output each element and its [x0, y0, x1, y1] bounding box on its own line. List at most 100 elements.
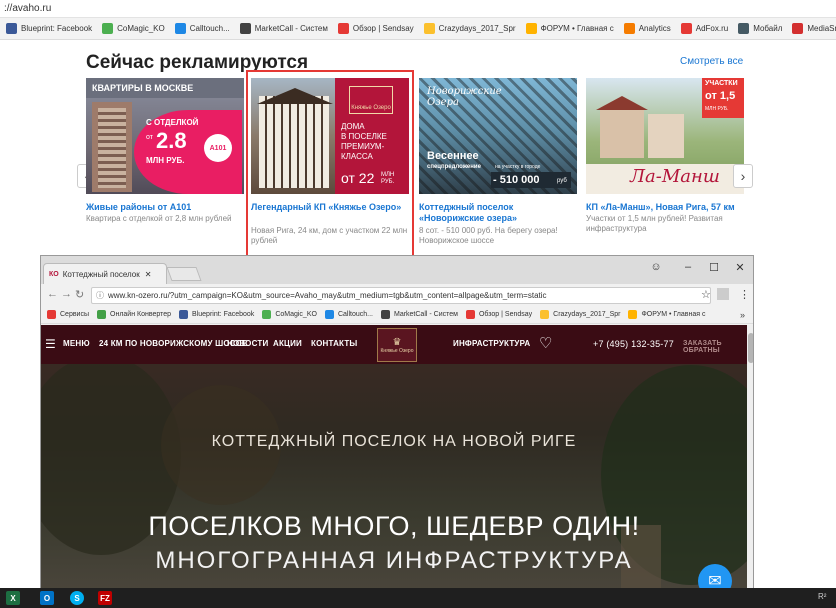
bookmark-item[interactable]: Calltouch...: [324, 310, 373, 319]
banner-text: ПРЕМИУМ-: [341, 142, 385, 151]
hero-subtitle: КОТТЕДЖНЫЙ ПОСЕЛОК НА НОВОЙ РИГЕ: [211, 433, 577, 450]
site-logo[interactable]: ♛ Княжье Озеро: [377, 328, 417, 362]
close-window-button[interactable]: ✕: [729, 259, 751, 275]
bookmark-item[interactable]: Обзор | Sendsay: [465, 310, 532, 319]
ad-banner-a101[interactable]: КВАРТИРЫ В МОСКВЕ С ОТДЕЛКОЙ от 2.8 МЛН …: [86, 78, 244, 194]
back-arrow-icon[interactable]: ←: [47, 288, 58, 300]
nav-contacts[interactable]: КОНТАКТЫ: [311, 339, 357, 348]
bookmark-label: Онлайн Конвертер: [110, 311, 172, 318]
bookmark-item[interactable]: MarketCall - Систем: [380, 310, 458, 319]
reload-icon[interactable]: ↻: [75, 288, 84, 301]
ad-title[interactable]: Коттеджный поселок «Новорижские озера»: [419, 202, 579, 224]
banner-text: УЧАСТКИ: [705, 80, 738, 87]
bookmark-item[interactable]: Analytics: [623, 23, 671, 34]
tab-bar: КО Коттеджный поселок «Кн ✕ ☺ – ☐ ✕: [41, 256, 753, 284]
excel-icon[interactable]: X: [6, 591, 20, 605]
minimize-button[interactable]: –: [677, 259, 699, 275]
page-scrollbar[interactable]: [747, 325, 753, 594]
ad-card-knyazhye-ozero[interactable]: Княжье Озеро ДОМА В ПОСЕЛКЕ ПРЕМИУМ- КЛА…: [251, 78, 409, 258]
bookmark-item[interactable]: Blueprint: Facebook: [6, 23, 92, 34]
mobile-icon: [738, 23, 750, 34]
bookmark-item[interactable]: MediaSniper.ru - log: [792, 23, 836, 34]
address-bar[interactable]: ://avaho.ru: [0, 0, 836, 18]
bookmark-item[interactable]: CoMagic_KO: [262, 310, 317, 319]
ad-description: Новая Рига, 24 км, дом с участком 22 млн…: [251, 226, 408, 245]
scrollbar-thumb[interactable]: [748, 333, 753, 363]
ad-banner-novorizhskie-ozera[interactable]: Новорижские Озера Весеннее спецпредложен…: [419, 78, 577, 194]
bookmark-label: Blueprint: Facebook: [21, 24, 93, 33]
tab-kn-ozero[interactable]: КО Коттеджный поселок «Кн ✕: [43, 263, 167, 284]
profile-icon[interactable]: ☺: [645, 259, 667, 275]
bookmark-item[interactable]: Обзор | Sendsay: [337, 23, 414, 34]
bookmark-item[interactable]: Онлайн Конвертер: [97, 310, 171, 319]
bookmark-item[interactable]: Crazydays_2017_Spr: [423, 23, 516, 34]
ad-banner-knyazhye-ozero[interactable]: Княжье Озеро ДОМА В ПОСЕЛКЕ ПРЕМИУМ- КЛА…: [251, 78, 409, 194]
url-text: www.kn-ozero.ru/?utm_campaign=KO&utm_sou…: [108, 291, 547, 300]
info-icon[interactable]: ⓘ: [96, 290, 104, 301]
more-bookmarks-icon[interactable]: »: [740, 310, 745, 320]
ad-banner-la-mansh[interactable]: УЧАСТКИ от 1,5 МЛН РУБ. Ла-Манш: [586, 78, 744, 194]
bookmark-label: Calltouch...: [189, 24, 230, 33]
toolbar: ← → ↻ ⓘ www.kn-ozero.ru/?utm_campaign=KO…: [41, 284, 753, 306]
more-menu-icon[interactable]: ⋮: [739, 288, 750, 301]
banner-price: от 1,5: [705, 90, 736, 102]
carousel-next-button[interactable]: ›: [733, 164, 753, 188]
nav-location[interactable]: 24 КМ ПО НОВОРИЖСКОМУ ШОССЕ: [99, 339, 247, 348]
bookmark-item[interactable]: AdFox.ru: [680, 23, 728, 34]
bookmark-label: Blueprint: Facebook: [192, 311, 255, 318]
mediasniper-icon: [792, 23, 804, 34]
adfox-icon: [680, 23, 692, 34]
calltouch-icon: [324, 310, 334, 319]
bookmark-label: Analytics: [638, 24, 671, 33]
new-tab-button[interactable]: [166, 267, 202, 281]
outlook-icon[interactable]: O: [40, 591, 54, 605]
bookmark-item[interactable]: Crazydays_2017_Spr: [540, 310, 620, 319]
ad-title[interactable]: Легендарный КП «Княжье Озеро»: [251, 202, 411, 213]
ad-title[interactable]: КП «Ла-Манш», Новая Рига, 57 км: [586, 202, 746, 213]
nav-menu[interactable]: МЕНЮ: [63, 339, 90, 348]
bookmark-item[interactable]: Сервисы: [47, 310, 89, 319]
maximize-button[interactable]: ☐: [703, 259, 725, 275]
banner-price: - 510 000: [493, 174, 540, 186]
filezilla-icon[interactable]: FZ: [98, 591, 112, 605]
close-tab-icon[interactable]: ✕: [145, 270, 152, 279]
bookmark-item[interactable]: ФОРУМ • Главная с: [525, 23, 614, 34]
address-field[interactable]: ⓘ www.kn-ozero.ru/?utm_campaign=KO&utm_s…: [91, 287, 711, 304]
banner-text: ДОМА: [341, 122, 365, 131]
village-logo: Княжье Озеро: [349, 86, 393, 114]
bookmark-item[interactable]: Blueprint: Facebook: [179, 310, 254, 319]
taskbar: X O S FZ R²: [0, 588, 836, 608]
sendsay-icon: [337, 23, 349, 34]
ads-section: Сейчас рекламируются Смотреть все ‹ КВАР…: [0, 40, 836, 258]
ad-description: Квартира с отделкой от 2,8 млн рублей: [86, 214, 232, 223]
nav-promotions[interactable]: АКЦИИ: [273, 339, 302, 348]
nav-news[interactable]: НОВОСТИ: [227, 339, 268, 348]
bookmark-item[interactable]: Calltouch...: [174, 23, 230, 34]
forward-arrow-icon[interactable]: →: [61, 288, 72, 300]
see-all-link[interactable]: Смотреть все: [680, 56, 743, 67]
callback-button[interactable]: ЗАКАЗАТЬ ОБРАТНЫ: [683, 340, 747, 354]
chevron-right-icon: ›: [740, 168, 746, 184]
bookmark-item[interactable]: ФОРУМ • Главная с: [628, 310, 705, 319]
skype-icon[interactable]: S: [70, 591, 84, 605]
favorites-heart-icon[interactable]: ♡: [539, 334, 552, 352]
ad-card-a101[interactable]: КВАРТИРЫ В МОСКВЕ С ОТДЕЛКОЙ от 2.8 МЛН …: [86, 78, 244, 258]
phone-number[interactable]: +7 (495) 132-35-77: [593, 339, 674, 349]
bookmark-star-icon[interactable]: ☆: [701, 288, 711, 301]
ad-card-la-mansh[interactable]: УЧАСТКИ от 1,5 МЛН РУБ. Ла-Манш КП «Ла-М…: [586, 78, 744, 258]
bookmark-item[interactable]: CoMagic_KO: [102, 23, 165, 34]
banner-logo-text: Ла-Манш: [630, 166, 720, 187]
hero-title-secondary: МНОГОГРАННАЯ ИНФРАСТРУКТУРА: [155, 547, 633, 574]
hamburger-icon[interactable]: ☰: [45, 337, 56, 351]
banner-text: Новорижские Озера: [427, 86, 502, 108]
sheets-icon: [423, 23, 435, 34]
bookmark-item[interactable]: Мобайл: [738, 23, 782, 34]
ad-title[interactable]: Живые районы от A101: [86, 202, 246, 213]
bookmarks-bar-inner: Сервисы Онлайн Конвертер Blueprint: Facebo…: [41, 306, 753, 324]
site-favicon-icon: КО: [49, 270, 59, 278]
banner-text: на участку в городе: [495, 164, 541, 170]
extension-icon[interactable]: [717, 288, 729, 300]
bookmark-item[interactable]: MarketCall - Систем: [239, 23, 328, 34]
ad-card-novorizhskie-ozera[interactable]: Новорижские Озера Весеннее спецпредложен…: [419, 78, 577, 258]
nav-infrastructure[interactable]: ИНФРАСТРУКТУРА: [453, 339, 530, 348]
